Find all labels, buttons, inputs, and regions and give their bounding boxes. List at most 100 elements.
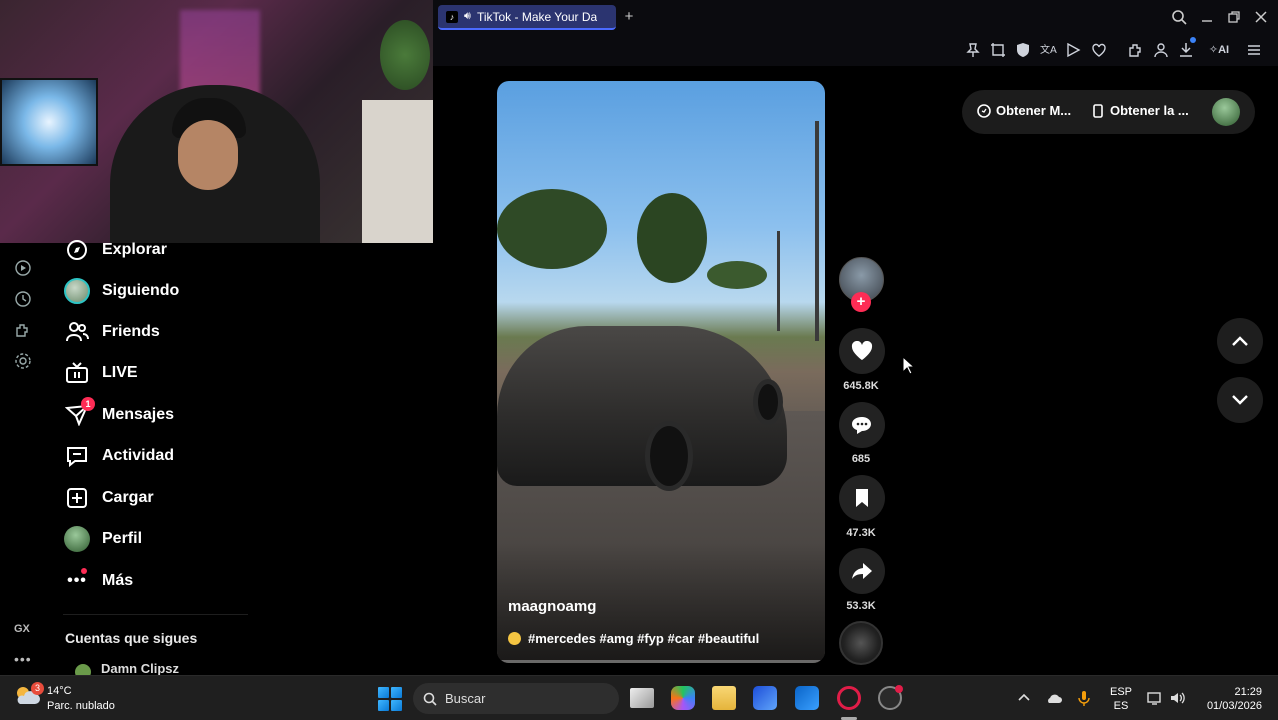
sidebar-item-explorar[interactable]: Explorar [63, 235, 167, 265]
player-icon[interactable] [14, 259, 32, 277]
download-notification-dot [1190, 37, 1196, 43]
network-icon[interactable] [1146, 689, 1164, 707]
sidebar-item-perfil[interactable]: Perfil [63, 524, 142, 554]
sidebar-item-mensajes[interactable]: 1 Mensajes [63, 397, 175, 430]
get-app-button[interactable]: Obtener la ... [1091, 103, 1189, 118]
comment-button[interactable] [839, 402, 885, 448]
video-player[interactable]: maagnoamg #mercedes #amg #fyp #car #beau… [497, 81, 825, 663]
settings-gear-icon[interactable] [14, 352, 32, 370]
previous-video-button[interactable] [1217, 318, 1263, 364]
following-account-item[interactable]: Damn Clipsz [75, 661, 179, 675]
system-clock[interactable]: 21:29 01/03/2026 [1196, 685, 1262, 713]
outlook-icon[interactable] [795, 686, 819, 710]
extensions-icon[interactable] [1127, 41, 1145, 59]
more-notification-dot [81, 568, 87, 574]
following-avatar [63, 277, 91, 305]
volume-icon[interactable] [1169, 689, 1187, 707]
history-icon[interactable] [14, 290, 32, 308]
bookmark-icon [856, 489, 868, 507]
mouse-cursor-icon [902, 356, 916, 375]
video-progress-bar[interactable] [497, 660, 825, 663]
following-account-avatar [75, 664, 91, 675]
magic-wand-icon: ✧ [1208, 44, 1219, 56]
video-scene-tree [497, 189, 607, 269]
sidebar-item-label: Cargar [102, 489, 154, 506]
speaker-icon[interactable]: 🔊︎ [464, 10, 471, 23]
heart-outline-icon[interactable] [1090, 41, 1108, 59]
extensions-rail-icon[interactable] [14, 321, 32, 339]
chevron-up-icon [1232, 336, 1248, 346]
taskbar-search-input[interactable] [445, 691, 595, 706]
video-author[interactable]: maagnoamg [508, 598, 596, 615]
new-tab-button[interactable]: + [621, 9, 637, 25]
sidebar-item-friends[interactable]: Friends [63, 317, 160, 347]
ai-button[interactable]: ✧AI [1204, 41, 1234, 59]
snapshot-icon[interactable] [989, 41, 1007, 59]
task-view-icon[interactable] [630, 688, 654, 708]
copilot-icon[interactable] [671, 686, 695, 710]
music-disc-icon[interactable] [839, 621, 883, 665]
shield-icon[interactable] [1014, 41, 1032, 59]
sidebar-item-label: Más [102, 572, 134, 589]
microsoft-store-icon[interactable] [753, 686, 777, 710]
start-button[interactable] [378, 687, 402, 711]
save-button[interactable] [839, 475, 885, 521]
user-avatar[interactable] [1212, 98, 1240, 126]
weather-widget[interactable]: 3 14°C Parc. nublado [14, 682, 115, 714]
sidebar-item-live[interactable]: LIVE [63, 358, 138, 388]
sidebar-item-mas[interactable]: ••• Más [63, 566, 133, 596]
webcam-plant [380, 20, 430, 90]
sidebar-item-label: Explorar [102, 241, 167, 258]
menu-icon[interactable] [1245, 41, 1263, 59]
weather-temperature: 14°C [47, 685, 72, 697]
like-count: 645.8K [843, 380, 879, 392]
share-count: 53.3K [846, 600, 876, 612]
translate-icon[interactable]: 文A [1039, 41, 1057, 59]
gx-icon[interactable]: GX [14, 623, 30, 635]
clock-time: 21:29 [1234, 686, 1262, 698]
opera-gx-icon[interactable] [837, 686, 861, 710]
sidebar-item-label: Mensajes [102, 406, 175, 423]
search-icon[interactable] [1170, 9, 1188, 25]
follow-plus-button[interactable]: + [851, 292, 871, 312]
download-icon[interactable] [1177, 41, 1195, 59]
video-scene-pole [815, 121, 819, 341]
like-button[interactable] [839, 328, 885, 374]
pin-icon[interactable] [964, 41, 982, 59]
sidebar-item-label: Siguiendo [102, 282, 180, 299]
weather-description: Parc. nublado [47, 700, 115, 712]
share-button[interactable] [839, 548, 885, 594]
next-video-button[interactable] [1217, 377, 1263, 423]
restore-icon[interactable] [1225, 9, 1243, 25]
weather-cloud-icon: 3 [14, 682, 44, 710]
tab-title: TikTok - Make Your Da [476, 9, 597, 24]
minimize-icon[interactable] [1198, 9, 1216, 25]
keyboard-language[interactable]: ESP ES [1108, 685, 1134, 713]
save-count: 47.3K [846, 527, 876, 539]
onedrive-cloud-icon[interactable] [1045, 689, 1063, 707]
microphone-icon[interactable] [1075, 689, 1093, 707]
tiktok-top-actions: Obtener M... Obtener la ... [962, 90, 1255, 134]
sidebar-item-actividad[interactable]: Actividad [63, 441, 174, 471]
browser-tab-tiktok[interactable]: ♪ 🔊︎ TikTok - Make Your Da [438, 5, 616, 30]
file-explorer-icon[interactable] [712, 686, 736, 710]
sidebar-item-siguiendo[interactable]: Siguiendo [63, 276, 179, 306]
comment-icon [852, 417, 871, 434]
taskbar-search[interactable] [413, 683, 619, 714]
activity-icon [63, 442, 91, 470]
sidebar-item-cargar[interactable]: Cargar [63, 483, 154, 513]
smile-emoji-icon [508, 632, 521, 645]
heart-icon [851, 341, 873, 360]
send-icon[interactable] [1064, 41, 1082, 59]
ai-label: AI [1218, 44, 1230, 56]
keyboard-layout: ES [1113, 700, 1129, 712]
get-app-label: Obtener la ... [1110, 103, 1189, 118]
chevron-up-tray-icon[interactable] [1015, 689, 1033, 707]
more-dots-icon[interactable]: ••• [14, 651, 32, 667]
get-coins-button[interactable]: Obtener M... [977, 103, 1071, 118]
sidebar-item-label: Actividad [102, 447, 175, 464]
live-icon [63, 359, 91, 387]
close-icon[interactable] [1252, 9, 1270, 25]
compass-icon [63, 236, 91, 264]
account-icon[interactable] [1152, 41, 1170, 59]
